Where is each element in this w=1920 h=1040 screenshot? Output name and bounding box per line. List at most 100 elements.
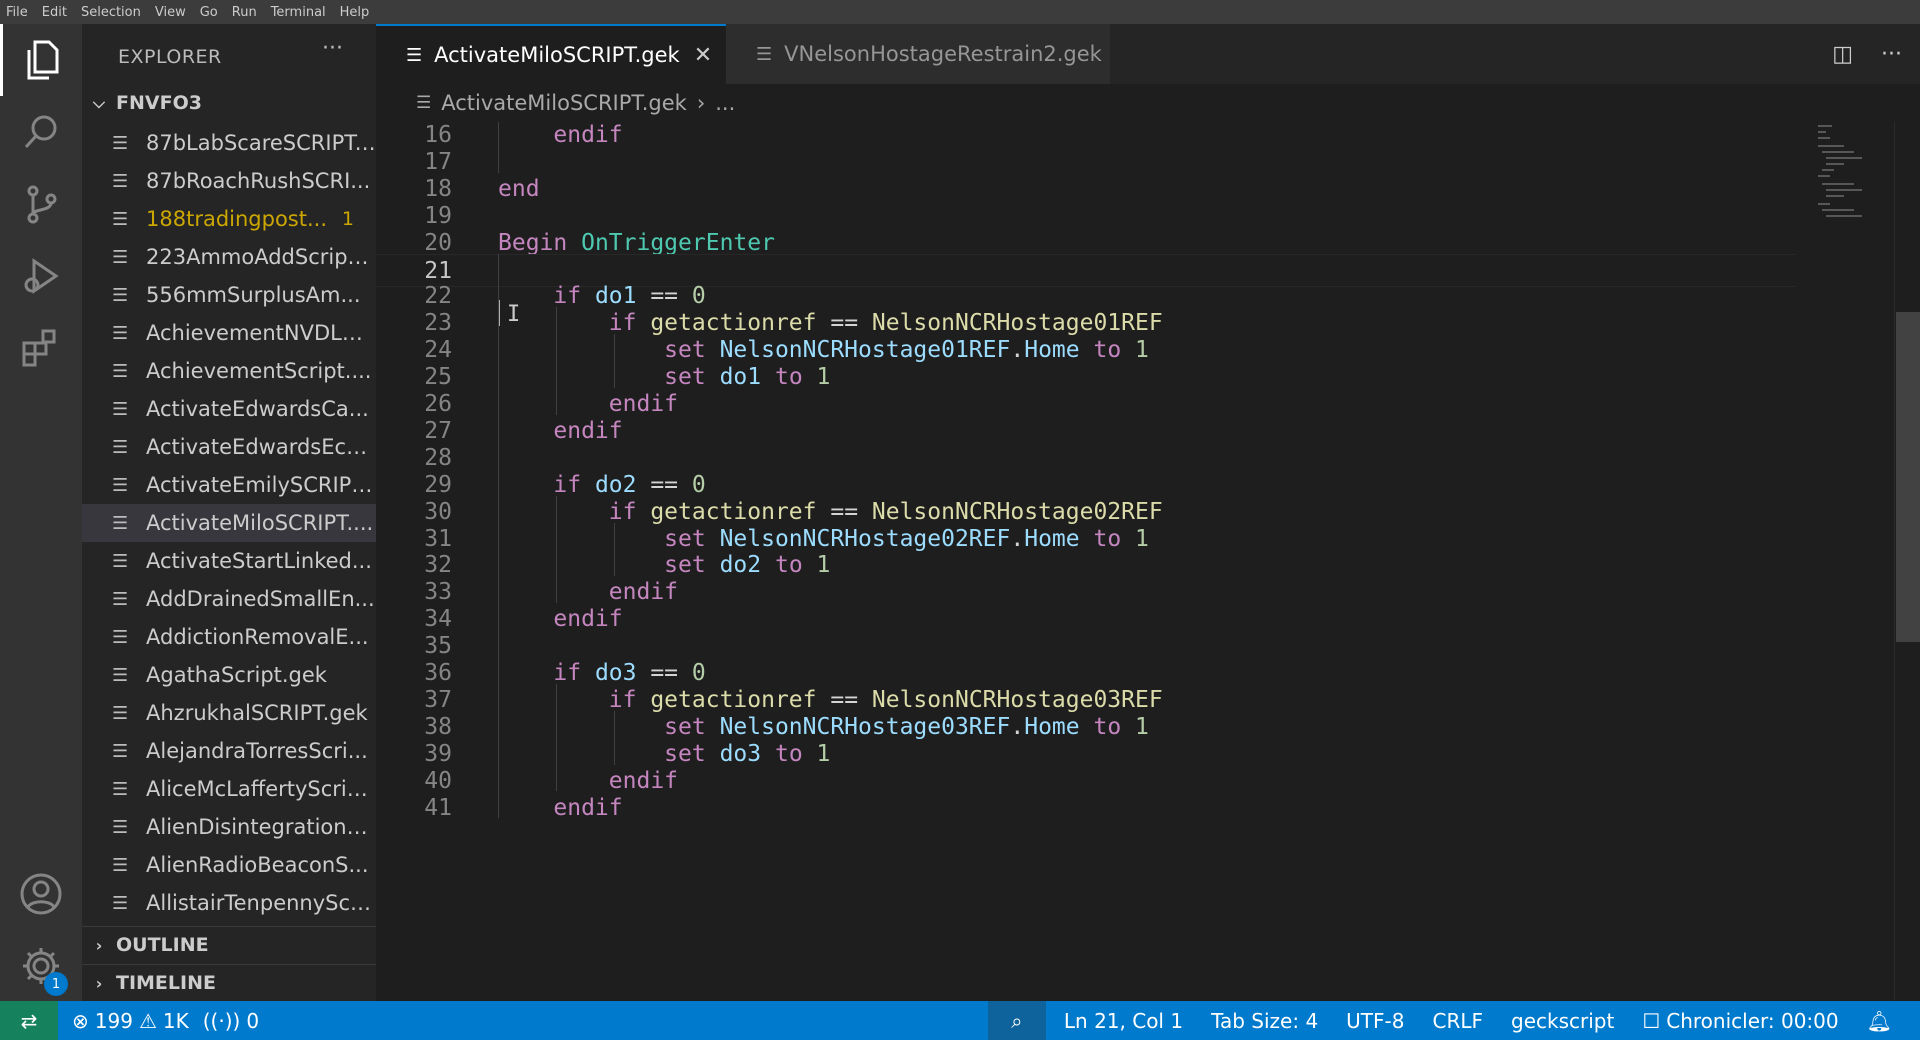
breadcrumb-separator: › (696, 91, 706, 115)
menu-item-view[interactable]: View (148, 5, 193, 20)
file-name: ActivateStartLinked... (146, 549, 372, 573)
file-name: AddDrainedSmallEn... (146, 587, 375, 611)
outline-section[interactable]: › OUTLINE (82, 926, 376, 963)
cursor-position[interactable]: Ln 21, Col 1 (1064, 1009, 1183, 1033)
menu-item-go[interactable]: Go (193, 5, 225, 20)
split-editor-icon[interactable]: ◫ (1832, 42, 1853, 67)
file-lines-icon: ☰ (112, 170, 129, 192)
file-item[interactable]: ☰ 87bRoachRushSCRI... (82, 162, 376, 200)
file-lines-icon: ☰ (112, 132, 129, 154)
tab-activate-milo[interactable]: ☰ ActivateMiloSCRIPT.gek ✕ (376, 24, 726, 84)
file-item[interactable]: ☰ AchievementScript.... (82, 352, 376, 390)
source-control-icon[interactable] (0, 168, 82, 240)
settings-badge: 1 (44, 972, 68, 996)
chevron-down-icon: ⌵ (92, 93, 106, 112)
search-icon[interactable] (0, 96, 82, 168)
run-debug-icon[interactable] (0, 240, 82, 312)
code-token: NelsonNCRHostage03REF (871, 686, 1163, 713)
more-actions-icon[interactable]: ··· (1881, 42, 1902, 67)
file-item[interactable]: ☰ ActivateMiloSCRIPT.... (82, 504, 376, 542)
file-item[interactable]: ☰ AddDrainedSmallEn... (82, 580, 376, 618)
file-item[interactable]: ☰ AllistairTenpennyScr... (82, 884, 376, 922)
breadcrumb-file[interactable]: ActivateMiloSCRIPT.gek (441, 91, 687, 115)
minimap[interactable] (1804, 122, 1904, 222)
menu-item-run[interactable]: Run (225, 5, 264, 20)
file-item[interactable]: ☰ AchievementNVDLC... (82, 314, 376, 352)
file-lines-icon: ☰ (112, 360, 129, 382)
file-item[interactable]: ☰ ActivateStartLinked... (82, 542, 376, 580)
gear-icon[interactable]: 1 (0, 930, 82, 1002)
line-number: 41 (424, 794, 452, 821)
encoding[interactable]: UTF-8 (1346, 1009, 1404, 1033)
chronicler-status[interactable]: ☐ Chronicler: 00:00 (1642, 1009, 1838, 1033)
code-token: set (664, 740, 720, 767)
file-name: ActivateMiloSCRIPT.... (146, 511, 374, 535)
file-item[interactable]: ☰ ActivateEmilySCRIPT... (82, 466, 376, 504)
file-name: AllistairTenpennyScr... (146, 891, 376, 915)
code-editor[interactable]: I 16 endif 17 18 end 19 20 Begin OnTriggerEnte… (376, 122, 1920, 1001)
file-lines-icon: ☰ (112, 512, 129, 534)
zoom-icon[interactable]: ⌕ (987, 1001, 1046, 1040)
code-token: do2 (719, 552, 762, 579)
explorer-title: EXPLORER (118, 46, 222, 68)
code-token: do3 (594, 660, 637, 686)
account-icon[interactable] (0, 858, 82, 930)
code-token: . (1010, 713, 1025, 740)
problem-count: 1 (341, 208, 354, 230)
code-token: do3 (719, 740, 762, 767)
tab-vnelson-hostage[interactable]: ☰ VNelsonHostageRestrain2.gek (726, 24, 1110, 84)
close-icon[interactable]: ✕ (694, 43, 712, 68)
bell-icon[interactable]: 🔔︎ (1867, 1009, 1892, 1033)
menu-item-edit[interactable]: Edit (35, 5, 74, 20)
file-item[interactable]: ☰ 87bLabScareSCRIPT.... (82, 124, 376, 162)
timeline-section[interactable]: › TIMELINE (82, 964, 376, 1001)
language-mode[interactable]: geckscript (1511, 1009, 1614, 1033)
file-item[interactable]: ☰ 188tradingpost... 1 (82, 200, 376, 238)
breadcrumb-symbol[interactable]: ... (715, 91, 735, 115)
file-lines-icon: ☰ (112, 702, 129, 724)
code-token: to (774, 364, 803, 391)
problems-indicator[interactable]: ⊗ 199 ⚠ 1K (72, 1009, 189, 1033)
ports-indicator[interactable]: ((·)) 0 (203, 1009, 259, 1033)
file-name: AddictionRemovalE... (146, 625, 369, 649)
code-token: endif (553, 417, 623, 444)
code-token: set (664, 337, 720, 364)
file-item[interactable]: ☰ ActivateEdwardsEch... (82, 428, 376, 466)
file-item[interactable]: ☰ AlejandraTorresScri... (82, 732, 376, 770)
file-lines-icon: ☰ (112, 854, 129, 876)
vertical-scrollbar[interactable] (1896, 312, 1920, 642)
folder-header[interactable]: ⌵ FNVFO3 (82, 85, 376, 121)
extensions-icon[interactable] (0, 312, 82, 384)
code-line: 41 endif (376, 792, 1796, 825)
file-item[interactable]: ☰ 556mmSurplusAm... (82, 276, 376, 314)
code-token: to (1093, 337, 1122, 364)
file-item[interactable]: ☰ AddictionRemovalE... (82, 618, 376, 656)
remote-indicator-icon[interactable]: ⇄ (0, 1001, 58, 1040)
error-icon: ⊗ (72, 1008, 89, 1033)
file-item[interactable]: ☰ AgathaScript.gek (82, 656, 376, 694)
line-ending[interactable]: CRLF (1432, 1009, 1483, 1033)
file-name: AliceMcLaffertyScrip... (146, 777, 376, 801)
indent-guide (614, 710, 615, 765)
menu-item-help[interactable]: Help (333, 5, 377, 20)
code-token: if (553, 471, 595, 498)
tab-size[interactable]: Tab Size: 4 (1211, 1009, 1318, 1033)
code-token: do2 (594, 471, 637, 498)
file-item[interactable]: ☰ AliceMcLaffertyScrip... (82, 770, 376, 808)
indent-guide (556, 495, 557, 604)
file-item[interactable]: ☰ AhzrukhalSCRIPT.gek (82, 694, 376, 732)
file-lines-icon: ☰ (112, 398, 129, 420)
menu-item-selection[interactable]: Selection (74, 5, 148, 20)
menu-item-file[interactable]: File (0, 5, 35, 20)
more-actions-icon[interactable]: ··· (322, 36, 343, 61)
file-item[interactable]: ☰ ActivateEdwardsCa... (82, 390, 376, 428)
explorer-icon[interactable] (0, 24, 82, 96)
file-item[interactable]: ☰ 223AmmoAddScript.... (82, 238, 376, 276)
code-token: endif (553, 122, 623, 148)
menu-item-terminal[interactable]: Terminal (264, 5, 333, 20)
file-item[interactable]: ☰ AlienDisintegrationE... (82, 808, 376, 846)
file-item[interactable]: ☰ AlienRadioBeaconS... (82, 846, 376, 884)
